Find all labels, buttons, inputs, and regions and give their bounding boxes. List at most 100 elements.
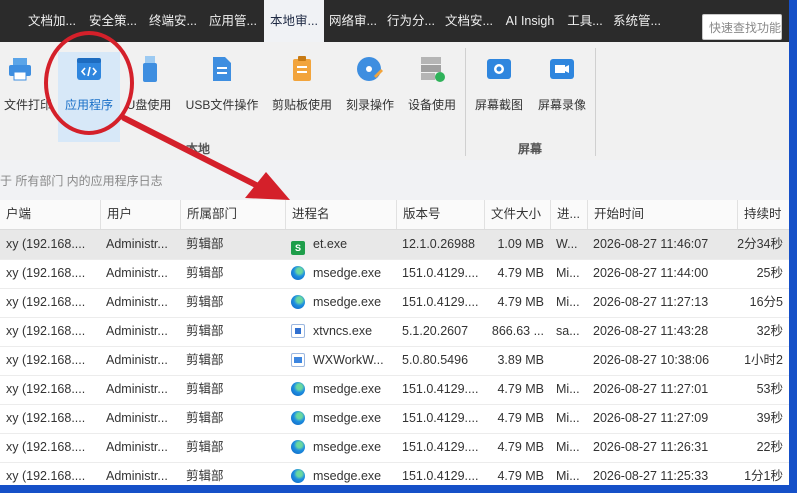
group-separator (465, 48, 466, 156)
cell-proc2: Mi... (556, 295, 580, 309)
cell-file-size: 1.09 MB (497, 237, 544, 251)
column-header-user[interactable]: 用户 (100, 200, 180, 229)
menu-item-tools[interactable]: 工具... (562, 0, 608, 42)
cell-user: Administr... (106, 353, 168, 367)
cell-start-time: 2026-08-27 11:46:07 (593, 237, 709, 251)
cell-file-size: 4.79 MB (497, 266, 544, 280)
usb-drive-icon (143, 56, 157, 82)
cell-user: Administr... (106, 237, 168, 251)
table-row[interactable]: xy (192.168.... Administr... 剪辑部 msedge.exe… (0, 404, 789, 434)
cell-client: xy (192.168.... (6, 411, 86, 425)
menu-item-network-audit[interactable]: 网络审... (324, 0, 382, 42)
process-name: xtvncs.exe (313, 324, 373, 338)
menu-item-system-management[interactable]: 系统管... (608, 0, 666, 42)
edge-browser-icon (291, 295, 305, 309)
column-header-client[interactable]: 户端 (0, 200, 100, 229)
table-row[interactable]: xy (192.168.... Administr... 剪辑部 msedge.exe… (0, 462, 789, 485)
cell-file-size: 4.79 MB (497, 295, 544, 309)
menu-item-terminal-security[interactable]: 终端安... (144, 0, 202, 42)
cell-proc2: sa... (556, 324, 580, 338)
column-header-department[interactable]: 所属部门 (180, 200, 285, 229)
cell-department: 剪辑部 (186, 411, 224, 425)
cell-duration: 39秒 (756, 411, 783, 425)
screenshot-button[interactable]: 屏幕截图 (470, 52, 528, 142)
usb-file-label: USB文件操作 (185, 98, 259, 112)
cell-department: 剪辑部 (186, 353, 224, 367)
usb-file-operation-button[interactable]: USB文件操作 (182, 52, 262, 142)
menu-item-doc-encrypt[interactable]: 文档加... (22, 0, 82, 42)
cell-version: 5.1.20.2607 (402, 324, 469, 338)
cell-file-size: 4.79 MB (497, 469, 544, 483)
menu-item-doc-security[interactable]: 文档安... (440, 0, 498, 42)
cell-department: 剪辑部 (186, 382, 224, 396)
table-row[interactable]: xy (192.168.... Administr... 剪辑部 xtvncs.exe… (0, 317, 789, 347)
process-name: msedge.exe (313, 411, 382, 425)
column-header-start-time[interactable]: 开始时间 (587, 200, 737, 229)
table-row[interactable]: xy (192.168.... Administr... 剪辑部 Set.exe 12.… (0, 230, 789, 260)
cell-department: 剪辑部 (186, 237, 224, 251)
usb-file-icon (213, 57, 231, 81)
quick-search-input[interactable]: 快速查找功能 (702, 14, 782, 40)
table-row[interactable]: xy (192.168.... Administr... 剪辑部 msedge.exe… (0, 433, 789, 463)
column-header-duration[interactable]: 持续时 (737, 200, 789, 229)
disc-burn-icon (357, 57, 383, 81)
process-name: et.exe (313, 237, 348, 251)
cell-start-time: 2026-08-27 11:44:00 (593, 266, 709, 280)
menu-item-local-audit[interactable]: 本地审... (264, 0, 324, 42)
table-row[interactable]: xy (192.168.... Administr... 剪辑部 msedge.exe… (0, 288, 789, 318)
cell-file-size: 4.79 MB (497, 440, 544, 454)
code-window-icon (77, 58, 101, 80)
process-name: msedge.exe (313, 295, 382, 309)
cell-duration: 1分1秒 (744, 469, 783, 483)
cell-client: xy (192.168.... (6, 295, 86, 309)
menu-item-ai-insight[interactable]: AI Insigh (498, 0, 562, 42)
device-usage-label: 设备使用 (407, 98, 456, 112)
cell-duration: 22秒 (756, 440, 783, 454)
cell-start-time: 2026-08-27 11:43:28 (593, 324, 709, 338)
cell-department: 剪辑部 (186, 266, 224, 280)
menu-item-app-management[interactable]: 应用管... (204, 0, 262, 42)
disc-burn-button[interactable]: 刻录操作 (340, 52, 400, 142)
breadcrumb: 于 所有部门 内的应用程序日志 (0, 160, 789, 201)
menu-item-behavior-analysis[interactable]: 行为分... (382, 0, 440, 42)
menu-item-security-policy[interactable]: 安全策... (84, 0, 142, 42)
clipboard-label: 剪贴板使用 (271, 98, 332, 112)
clipboard-button[interactable]: 剪贴板使用 (268, 52, 336, 142)
spreadsheet-icon: S (291, 241, 305, 255)
cell-proc2: Mi... (556, 411, 580, 425)
clipboard-icon (293, 56, 311, 81)
device-icon (421, 57, 445, 82)
edge-browser-icon (291, 411, 305, 425)
cell-user: Administr... (106, 411, 168, 425)
table-row[interactable]: xy (192.168.... Administr... 剪辑部 WXWorkW...… (0, 346, 789, 376)
printer-icon (9, 58, 31, 81)
cell-process: msedge.exe (285, 375, 396, 404)
cell-process: msedge.exe (285, 433, 396, 462)
menu-item-partial-left[interactable] (0, 0, 22, 42)
cell-user: Administr... (106, 295, 168, 309)
usb-drive-label: U盘使用 (126, 98, 172, 112)
cell-client: xy (192.168.... (6, 353, 86, 367)
screen-record-button[interactable]: 屏幕录像 (532, 52, 592, 142)
cell-proc2: W... (556, 237, 578, 251)
device-usage-button[interactable]: 设备使用 (402, 52, 462, 142)
cell-process: msedge.exe (285, 259, 396, 288)
edge-browser-icon (291, 382, 305, 396)
column-header-proc2[interactable]: 进... (550, 200, 587, 229)
usb-drive-button[interactable]: U盘使用 (122, 52, 176, 142)
table-row[interactable]: xy (192.168.... Administr... 剪辑部 msedge.exe… (0, 375, 789, 405)
column-header-version[interactable]: 版本号 (396, 200, 484, 229)
cell-version: 5.0.80.5496 (402, 353, 469, 367)
app-window: 文档加... 安全策... 终端安... 应用管... 本地审... 网络审..… (0, 0, 797, 493)
column-header-process[interactable]: 进程名 (285, 200, 396, 229)
application-button[interactable]: 应用程序 (58, 52, 120, 142)
column-header-file-size[interactable]: 文件大小 (484, 200, 550, 229)
table-row[interactable]: xy (192.168.... Administr... 剪辑部 msedge.exe… (0, 259, 789, 289)
file-print-button[interactable]: 文件打印 (0, 52, 56, 142)
disc-burn-label: 刻录操作 (345, 98, 394, 112)
cell-start-time: 2026-08-27 11:25:33 (593, 469, 709, 483)
cell-process: msedge.exe (285, 462, 396, 485)
cell-process: msedge.exe (285, 404, 396, 433)
cell-start-time: 2026-08-27 11:26:31 (593, 440, 709, 454)
cell-proc2: Mi... (556, 469, 580, 483)
